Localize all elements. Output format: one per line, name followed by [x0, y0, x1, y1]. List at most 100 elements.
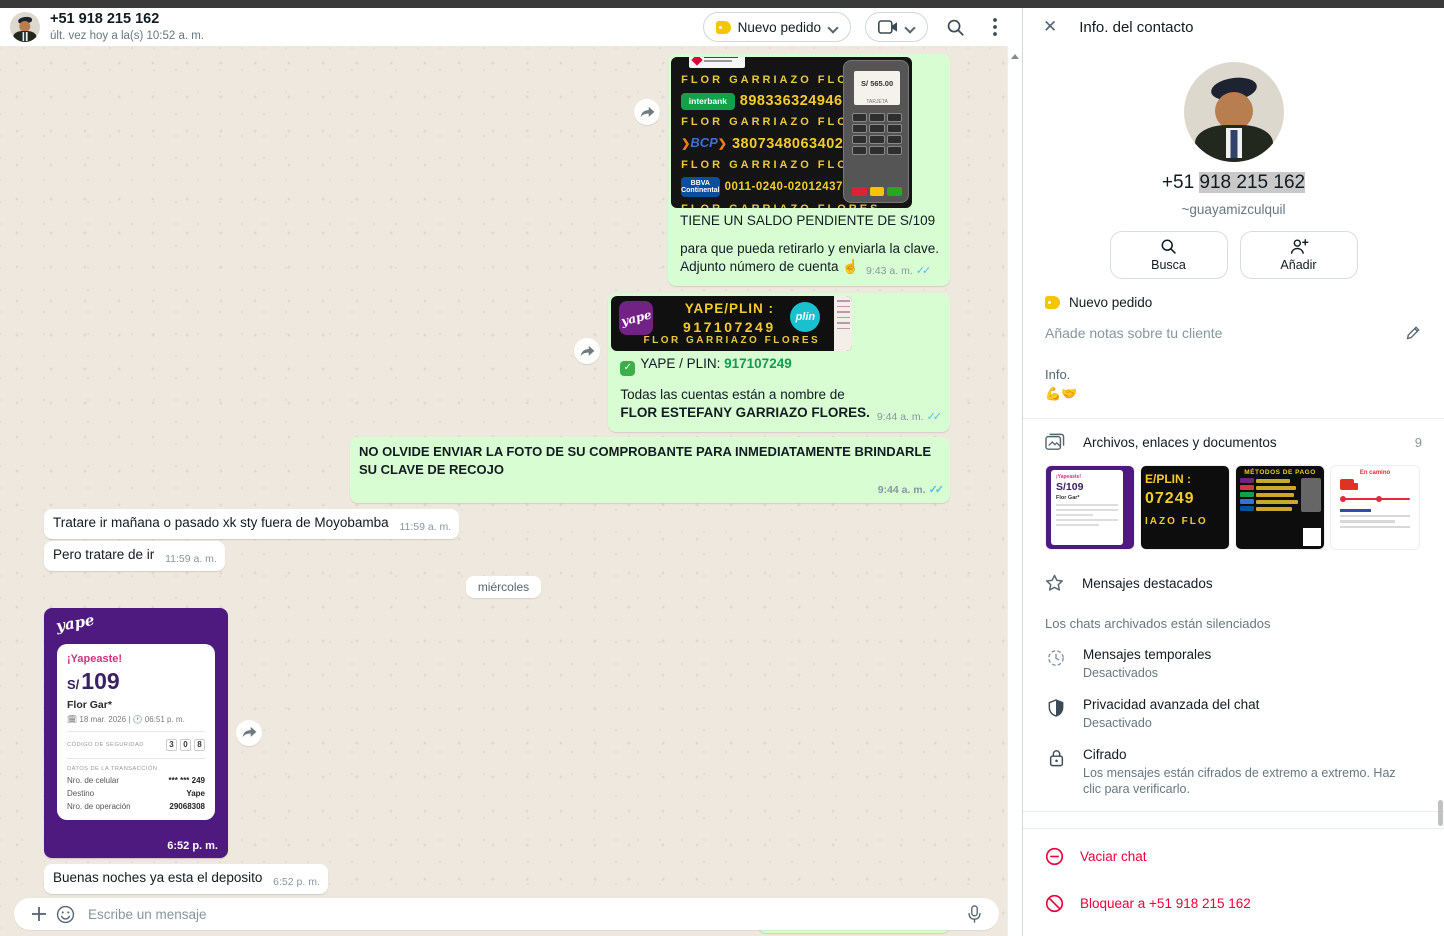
add-button-label: Añadir — [1280, 258, 1316, 272]
message-scroll-area[interactable]: FLOR GARRIAZO FLORES interbank 898336324… — [0, 46, 1007, 936]
paper-snippet — [834, 296, 852, 351]
contact-name[interactable]: +51 918 215 162 — [50, 12, 204, 28]
archived-chats-note: Los chats archivados están silenciados — [1023, 592, 1444, 631]
message-yape-receipt[interactable]: yape ¡Yapeaste! S/109 Flor Gar* 🗓 18 mar… — [44, 608, 228, 858]
message-incoming[interactable]: Tratare ir mañana o pasado xk sty fuera … — [44, 509, 459, 539]
block-icon — [1045, 894, 1064, 913]
smiley-icon — [56, 905, 75, 924]
caption-line: Todas las cuentas están a nombre de — [620, 386, 939, 404]
minus-circle-icon — [1045, 847, 1064, 866]
emoji-button[interactable] — [52, 901, 78, 927]
receipt-title: ¡Yapeaste! — [67, 653, 205, 665]
thumbnail-tracking[interactable]: En camino — [1330, 465, 1420, 550]
message-time: 9:43 a. m. — [866, 265, 913, 277]
receipt-payee: Flor Gar* — [67, 699, 205, 711]
setting-title: Privacidad avanzada del chat — [1083, 697, 1259, 712]
caption-line: para que pueda retirarlo y enviarla la c… — [680, 240, 939, 258]
forward-arrow-icon — [242, 726, 257, 739]
add-contact-button[interactable]: Añadir — [1240, 231, 1358, 279]
forward-arrow-icon — [580, 345, 595, 358]
chat-menu-button[interactable] — [982, 14, 1008, 40]
attach-button[interactable] — [26, 901, 52, 927]
starred-messages-row[interactable]: Mensajes destacados — [1023, 560, 1444, 592]
yape-plin-heading: YAPE/PLIN : — [659, 300, 799, 318]
receipt-row: DestinoYape — [67, 789, 205, 798]
client-notes-row[interactable]: Añade notas sobre tu cliente — [1023, 310, 1444, 341]
contact-avatar[interactable] — [10, 12, 40, 42]
microphone-icon — [967, 905, 982, 924]
panel-scroll-area[interactable]: +51 918 215 162 ~guayamizculquil Busca A… — [1023, 46, 1444, 936]
setting-status: Desactivados — [1083, 665, 1211, 681]
clear-chat-button[interactable]: Vaciar chat — [1023, 829, 1444, 866]
close-icon[interactable]: ✕ — [1043, 17, 1057, 37]
thumb-text: IAZO FLO — [1145, 516, 1225, 527]
setting-title: Cifrado — [1083, 747, 1413, 762]
bcp-number: 38073480634024 — [732, 135, 852, 153]
account-owner: FLOR GARRIAZO FLORES — [681, 200, 851, 208]
message-incoming[interactable]: Buenas noches ya esta el deposito 6:52 p… — [44, 864, 328, 894]
message-reminder[interactable]: NO OLVIDE ENVIAR LA FOTO DE SU COMPROBAN… — [350, 437, 950, 503]
notes-placeholder[interactable]: Añade notas sobre tu cliente — [1045, 325, 1405, 341]
caption-line: Adjunto número de cuenta ☝9:43 a. m.✓✓ — [680, 258, 939, 277]
message-time: 9:44 a. m. — [878, 484, 926, 496]
thumb-text: Flor Gar* — [1056, 495, 1118, 501]
account-owner: FLOR GARRIAZO FLORES — [681, 113, 851, 131]
message-incoming[interactable]: Pero tratare de ir 11:59 a. m. — [44, 541, 225, 571]
new-order-label: Nuevo pedido — [738, 20, 821, 35]
yape-logo: yape — [55, 610, 96, 634]
chat-header: +51 918 215 162 últ. vez hoy a la(s) 10:… — [0, 8, 1022, 46]
client-label: Nuevo pedido — [1069, 295, 1152, 310]
star-icon — [1045, 574, 1064, 592]
contact-profile-photo[interactable] — [1184, 62, 1284, 162]
thumbnail-yape-receipt[interactable]: ¡Yapeaste! S/109 Flor Gar* — [1045, 465, 1135, 550]
voice-message-button[interactable] — [961, 901, 987, 927]
last-seen-status: últ. vez hoy a la(s) 10:52 a. m. — [50, 30, 204, 43]
yape-logo: yape — [619, 301, 653, 335]
disappearing-messages-row[interactable]: Mensajes temporales Desactivados — [1023, 631, 1444, 681]
setting-title: Mensajes temporales — [1083, 647, 1211, 662]
new-order-button[interactable]: Nuevo pedido — [703, 12, 851, 42]
read-receipt-icon: ✓✓ — [916, 265, 928, 277]
interbank-logo: interbank — [681, 93, 735, 110]
forward-arrow-icon — [640, 106, 655, 119]
search-in-chat-button[interactable] — [942, 14, 968, 40]
forward-message-button[interactable] — [236, 720, 262, 746]
block-contact-button[interactable]: Bloquear a +51 918 215 162 — [1023, 866, 1444, 913]
search-contact-button[interactable]: Busca — [1110, 231, 1228, 279]
advanced-privacy-row[interactable]: Privacidad avanzada del chat Desactivado — [1023, 681, 1444, 731]
chat-scrollbar[interactable] — [1007, 46, 1022, 936]
media-links-docs-row[interactable]: Archivos, enlaces y documentos 9 — [1023, 419, 1444, 451]
chat-header-texts[interactable]: +51 918 215 162 últ. vez hoy a la(s) 10:… — [50, 12, 204, 43]
thumbnail-payment-methods[interactable]: MÉTODOS DE PAGO — [1235, 465, 1325, 550]
message-input-pill[interactable]: Escribe un mensaje — [14, 898, 999, 930]
bank-accounts-image[interactable]: FLOR GARRIAZO FLORES interbank 898336324… — [671, 57, 912, 208]
contact-phone-number[interactable]: +51 918 215 162 — [1023, 172, 1444, 194]
kebab-menu-icon — [993, 18, 997, 36]
security-code-label: CÓDIGO DE SEGURIDAD — [67, 742, 144, 748]
forward-message-button[interactable] — [634, 99, 660, 125]
chevron-down-icon — [905, 22, 915, 32]
thumb-text: ¡Yapeaste! — [1056, 474, 1118, 480]
panel-scrollbar[interactable] — [1437, 8, 1443, 936]
forward-message-button[interactable] — [574, 338, 600, 364]
client-label-row[interactable]: Nuevo pedido — [1023, 279, 1444, 310]
bbva-logo: BBVAContinental — [681, 177, 720, 197]
video-camera-icon — [878, 20, 898, 34]
message-input[interactable]: Escribe un mensaje — [88, 907, 961, 922]
media-thumbnails: ¡Yapeaste! S/109 Flor Gar* E/PLIN : 0724… — [1023, 451, 1444, 550]
panel-header: ✕ Info. del contacto — [1023, 8, 1444, 46]
plin-logo: plin — [790, 302, 820, 332]
scroll-up-arrow-icon[interactable] — [1011, 54, 1019, 59]
pencil-icon[interactable] — [1405, 324, 1422, 341]
message-yape-plin[interactable]: yape YAPE/PLIN : 917107249 plin FLOR GAR… — [608, 293, 950, 432]
thumbnail-yape-plin[interactable]: E/PLIN : 07249 IAZO FLO — [1140, 465, 1230, 550]
encryption-row[interactable]: Cifrado Los mensajes están cifrados de e… — [1023, 731, 1444, 797]
receipt-row: Nro. de celular*** *** 249 — [67, 776, 205, 785]
caption-line: FLOR ESTEFANY GARRIAZO FLORES.9:44 a. m.… — [620, 404, 939, 423]
bcp-logo: ❯BCP❯ — [681, 134, 727, 153]
read-receipt-icon: ✓✓ — [927, 411, 939, 423]
yape-plin-image[interactable]: yape YAPE/PLIN : 917107249 plin FLOR GAR… — [611, 296, 852, 351]
video-call-button[interactable] — [865, 12, 928, 42]
contact-info-panel: ✕ Info. del contacto +51 918 215 162 ~gu… — [1022, 8, 1444, 936]
message-bank-accounts[interactable]: FLOR GARRIAZO FLORES interbank 898336324… — [668, 54, 950, 286]
